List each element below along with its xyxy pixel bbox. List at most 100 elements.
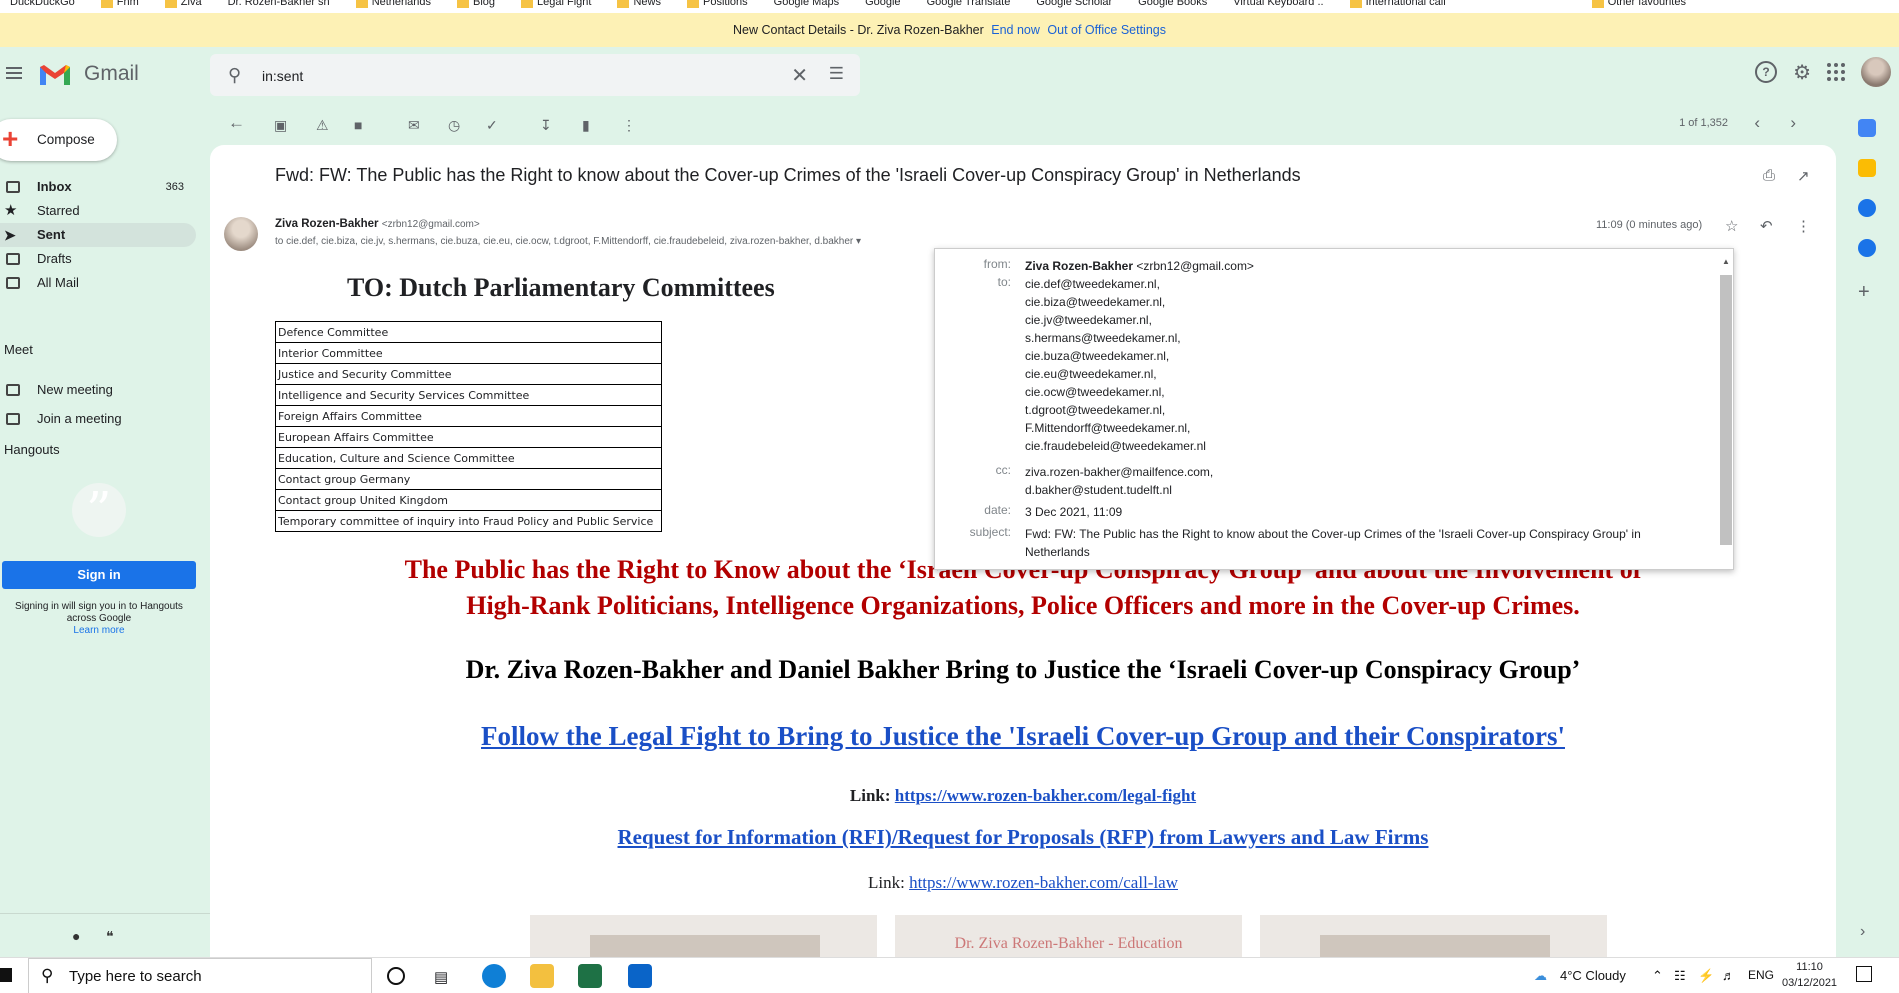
bookmark[interactable]: Fhm [100,0,139,13]
google-apps-icon[interactable] [1827,63,1845,81]
cortana-icon[interactable] [387,967,405,985]
tasks-icon[interactable] [1858,199,1876,217]
outlook-icon[interactable] [628,964,652,988]
weather-icon[interactable]: ☁ [1534,968,1547,984]
show-details-chevron-icon[interactable]: ▾ [856,236,861,247]
older-chevron-icon[interactable]: › [1790,113,1796,133]
mark-unread-icon[interactable]: ✉ [408,117,420,134]
calendar-icon[interactable] [1858,119,1876,137]
sidebar-item-drafts[interactable]: Drafts [0,247,196,271]
excel-icon[interactable] [578,964,602,988]
main-menu-icon[interactable] [6,67,22,79]
snooze-icon[interactable]: ◷ [448,117,460,134]
task-view-icon[interactable]: ▤ [434,968,448,986]
bookmark[interactable]: Ziva [164,0,202,13]
contacts-person-icon[interactable]: ● [72,928,80,944]
hangouts-sign-in-button[interactable]: Sign in [2,561,196,589]
bookmark[interactable]: Other favourites [1591,0,1686,13]
power-icon[interactable]: ⚡ [1698,968,1714,984]
new-meeting-item[interactable]: New meeting [0,378,196,402]
end-now-link[interactable]: End now [991,23,1040,37]
bookmark[interactable]: Google [865,0,900,13]
learn-more-link[interactable]: Learn more [2,625,196,637]
reply-icon[interactable]: ↶ [1760,217,1773,235]
search-options-icon[interactable]: ☰ [829,64,844,84]
bookmark[interactable]: Google Scholar [1036,0,1112,13]
more-options-icon[interactable]: ⋮ [622,117,636,134]
move-to-icon[interactable]: ↧ [540,117,552,134]
delete-icon[interactable]: ■ [354,117,362,133]
clear-search-icon[interactable]: ✕ [791,63,808,88]
newer-chevron-icon[interactable]: ‹ [1754,113,1760,133]
call-law-url-link[interactable]: https://www.rozen-bakher.com/call-law [909,873,1178,892]
sender-name[interactable]: Ziva Rozen-Bakher [275,218,379,230]
scroll-up-arrow-icon[interactable]: ▲ [1722,257,1730,266]
scrollbar-thumb[interactable] [1720,275,1732,545]
bookmark[interactable]: International call [1349,0,1446,13]
follow-legal-fight-link[interactable]: Follow the Legal Fight to Bring to Justi… [210,721,1836,752]
sidebar-item-sent[interactable]: ➤ Sent [0,223,196,247]
bookmark[interactable]: Positions [687,0,748,13]
out-of-office-settings-link[interactable]: Out of Office Settings [1047,23,1166,37]
add-task-icon[interactable]: ✓ [486,117,498,134]
open-new-window-icon[interactable]: ↗ [1797,167,1810,185]
header-actions: ? ⚙ [1755,57,1899,87]
print-icon[interactable]: ⎙ [1763,167,1775,184]
bookmark[interactable]: Legal Fight [521,0,591,13]
language-indicator[interactable]: ENG [1748,968,1774,982]
star-icon[interactable]: ☆ [1725,217,1738,235]
back-arrow-icon[interactable]: ← [228,113,245,133]
bookmark[interactable]: Netherlands [355,0,431,13]
keep-icon[interactable] [1858,159,1876,177]
contacts-icon[interactable] [1858,239,1876,257]
taskbar-search-box[interactable]: ⚲ Type here to search [28,958,372,993]
bookmark[interactable]: Dr. Rozen-Bakher sh [228,0,330,13]
gmail-logo-icon[interactable] [38,63,72,87]
report-spam-icon[interactable]: ⚠ [316,117,329,134]
pagination-count: 1 of 1,352 [1679,117,1728,129]
sidebar-item-starred[interactable]: ★ Starred [0,199,196,223]
network-icon[interactable]: ☷ [1674,968,1686,984]
windows-start-icon[interactable] [0,968,12,982]
image-thumbnail[interactable]: Dr. Ziva Rozen-Bakher - Education [895,915,1242,957]
legal-fight-url-link[interactable]: https://www.rozen-bakher.com/legal-fight [895,786,1196,805]
message-more-icon[interactable]: ⋮ [1796,217,1811,235]
weather-text[interactable]: 4°C Cloudy [1560,968,1626,983]
sender-avatar[interactable] [224,217,258,251]
popup-scrollbar[interactable]: ▲ [1720,257,1732,559]
join-meeting-item[interactable]: Join a meeting [0,407,196,431]
settings-gear-icon[interactable]: ⚙ [1793,60,1811,85]
edge-browser-icon[interactable] [482,964,506,988]
sender-line: Ziva Rozen-Bakher <zrbn12@gmail.com> [275,218,480,230]
sidebar-item-inbox[interactable]: Inbox 363 [0,175,196,199]
system-clock[interactable]: 11:10 03/12/2021 [1782,959,1837,991]
compose-button[interactable]: + Compose [0,119,117,161]
archive-icon[interactable]: ▣ [274,117,287,134]
search-input[interactable]: in:sent [262,68,303,84]
notifications-icon[interactable] [1856,966,1872,982]
image-thumbnail[interactable] [1260,915,1607,957]
app-name[interactable]: Gmail [84,62,139,86]
bookmark[interactable]: Virtual Keyboard .. [1233,0,1323,13]
image-thumbnail[interactable] [530,915,877,957]
volume-icon[interactable]: ♬ [1722,968,1735,983]
hangouts-chat-icon[interactable]: ❝ [106,928,114,945]
get-addons-plus-icon[interactable]: + [1858,281,1870,304]
help-icon[interactable]: ? [1755,61,1778,83]
file-explorer-icon[interactable] [530,964,554,988]
rfi-link[interactable]: Request for Information (RFI)/Request fo… [210,825,1836,850]
account-avatar[interactable] [1861,57,1891,87]
bookmark[interactable]: Google Books [1138,0,1207,13]
label-icon[interactable]: ▮ [582,117,590,134]
show-hidden-icons-chevron-icon[interactable]: ⌃ [1652,968,1663,984]
search-icon[interactable]: ⚲ [228,65,241,86]
show-side-panel-chevron-icon[interactable]: › [1860,923,1865,941]
recipients-line[interactable]: to cie.def, cie.biza, cie.jv, s.hermans,… [275,236,861,247]
search-bar[interactable]: ⚲ in:sent ✕ ☰ [210,54,860,96]
bookmark[interactable]: Google Translate [927,0,1011,13]
bookmark[interactable]: News [617,0,661,13]
bookmark[interactable]: DuckDuckGo [10,0,75,13]
bookmark[interactable]: Google Maps [774,0,839,13]
sidebar-item-all-mail[interactable]: All Mail [0,271,196,295]
bookmark[interactable]: Blog [457,0,495,13]
